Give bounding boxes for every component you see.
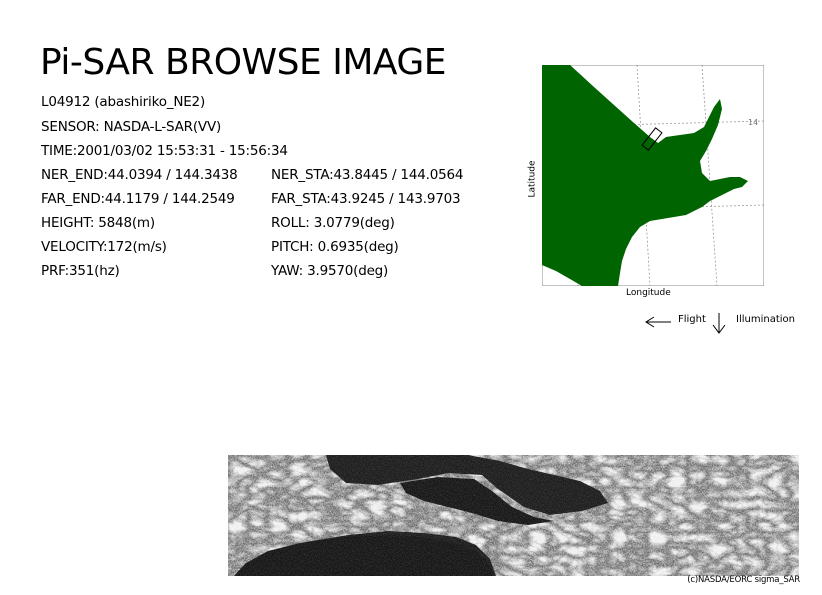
roll-line: ROLL: 3.0779(deg) xyxy=(271,215,395,231)
flight-label: Flight xyxy=(678,314,706,325)
prf-line: PRF:351(hz) xyxy=(41,263,120,279)
sensor-line: SENSOR: NASDA-L-SAR(VV) xyxy=(41,119,222,135)
arrow-down-icon xyxy=(712,313,726,334)
latitude-label: Latitude xyxy=(527,160,538,198)
arrow-left-icon xyxy=(645,316,671,328)
far-end: FAR_END:44.1179 / 144.2549 xyxy=(41,191,235,207)
yaw-line: YAW: 3.9570(deg) xyxy=(271,263,389,279)
time-line: TIME:2001/03/02 15:53:31 - 15:56:34 xyxy=(41,143,288,159)
illumination-label: Illumination xyxy=(736,314,795,325)
page-title: Pi-SAR BROWSE IMAGE xyxy=(40,42,447,83)
ner-end: NER_END:44.0394 / 144.3438 xyxy=(41,167,238,183)
far-sta: FAR_STA:43.9245 / 143.9703 xyxy=(271,191,461,207)
pitch-line: PITCH: 0.6935(deg) xyxy=(271,239,399,255)
sar-image xyxy=(228,455,799,576)
longitude-label: Longitude xyxy=(626,288,671,298)
scene-id: L04912 (abashiriko_NE2) xyxy=(41,94,206,110)
velocity-line: VELOCITY:172(m/s) xyxy=(41,239,167,255)
ner-sta: NER_STA:43.8445 / 144.0564 xyxy=(271,167,464,183)
map-tick-label: 14 xyxy=(748,118,759,127)
map-frame xyxy=(542,65,764,286)
height-line: HEIGHT: 5848(m) xyxy=(41,215,155,231)
copyright-credit: (c)NASDA/EORC sigma_SAR xyxy=(687,575,800,585)
location-map: Latitude 14 Longitude xyxy=(526,64,766,304)
